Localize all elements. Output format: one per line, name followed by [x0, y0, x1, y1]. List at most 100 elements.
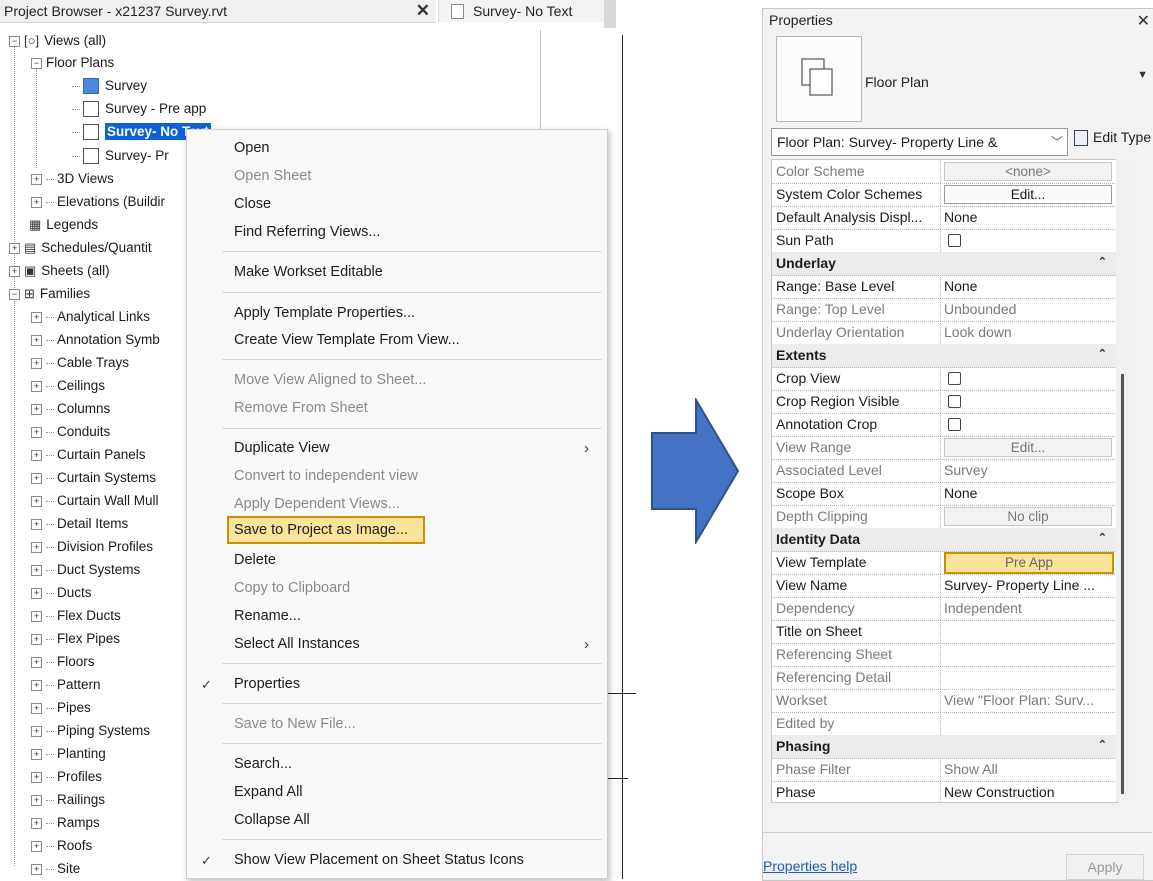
- close-icon[interactable]: ✕: [416, 1, 430, 21]
- tree-item-survey-pr[interactable]: Survey- Pr: [72, 145, 169, 167]
- expand-icon[interactable]: +: [31, 518, 42, 530]
- tree-item-survey[interactable]: Survey: [72, 75, 147, 97]
- menu-item-expand-all[interactable]: Expand All: [234, 784, 303, 800]
- tree-item-views-all[interactable]: − [○] Views (all): [9, 30, 106, 52]
- tree-item-schedules[interactable]: + ▤ Schedules/Quantit: [9, 237, 152, 259]
- family-item[interactable]: + Site: [31, 858, 80, 880]
- family-item[interactable]: + Planting: [31, 743, 106, 765]
- menu-item-save-to-project-as-image[interactable]: Save to Project as Image...: [234, 522, 408, 538]
- collapse-up-icon[interactable]: ⌃: [1098, 738, 1107, 751]
- collapse-up-icon[interactable]: ⌃: [1098, 531, 1107, 544]
- properties-help-link[interactable]: Properties help: [763, 858, 857, 874]
- family-item[interactable]: + Railings: [31, 789, 105, 811]
- menu-item-convert-independent[interactable]: Convert to independent view: [234, 468, 418, 484]
- menu-item-search[interactable]: Search...: [234, 756, 292, 772]
- property-value[interactable]: None: [944, 209, 977, 225]
- scrollbar-thumb[interactable]: [1121, 374, 1124, 794]
- expand-icon[interactable]: +: [31, 656, 42, 668]
- annotation-crop-checkbox[interactable]: [948, 418, 961, 431]
- tree-item-elevations[interactable]: + Elevations (Buildir: [31, 191, 165, 213]
- family-item[interactable]: + Curtain Panels: [31, 444, 146, 466]
- expand-icon[interactable]: +: [9, 242, 20, 254]
- group-underlay[interactable]: Underlay ⌃: [772, 252, 1117, 276]
- menu-item-duplicate-view[interactable]: Duplicate View: [234, 440, 330, 456]
- property-value[interactable]: None: [944, 278, 977, 294]
- family-item[interactable]: + Flex Pipes: [31, 628, 120, 650]
- family-item[interactable]: + Flex Ducts: [31, 605, 121, 627]
- expand-icon[interactable]: +: [31, 794, 42, 806]
- menu-item-apply-template-properties[interactable]: Apply Template Properties...: [234, 305, 415, 321]
- menu-item-remove-from-sheet[interactable]: Remove From Sheet: [234, 400, 368, 416]
- property-value[interactable]: New Construction: [944, 784, 1055, 800]
- expand-icon[interactable]: +: [31, 633, 42, 645]
- expand-icon[interactable]: +: [31, 449, 42, 461]
- family-item[interactable]: + Cable Trays: [31, 352, 129, 374]
- property-value[interactable]: None: [944, 485, 977, 501]
- family-item[interactable]: + Piping Systems: [31, 720, 150, 742]
- family-item[interactable]: + Conduits: [31, 421, 110, 443]
- expand-icon[interactable]: +: [31, 357, 42, 369]
- group-phasing[interactable]: Phasing ⌃: [772, 735, 1117, 759]
- expand-icon[interactable]: +: [31, 748, 42, 760]
- menu-item-collapse-all[interactable]: Collapse All: [234, 812, 310, 828]
- dropdown-arrow-icon[interactable]: ▼: [1137, 69, 1148, 81]
- expand-icon[interactable]: +: [31, 725, 42, 737]
- menu-item-open-sheet[interactable]: Open Sheet: [234, 168, 311, 184]
- tree-item-families[interactable]: − ⊞ Families: [9, 283, 90, 305]
- menu-item-delete[interactable]: Delete: [234, 552, 276, 568]
- family-item[interactable]: + Columns: [31, 398, 110, 420]
- family-item[interactable]: + Ceilings: [31, 375, 105, 397]
- family-item[interactable]: + Floors: [31, 651, 95, 673]
- crop-view-checkbox[interactable]: [948, 372, 961, 385]
- family-item[interactable]: + Duct Systems: [31, 559, 140, 581]
- expand-icon[interactable]: +: [31, 817, 42, 829]
- expand-icon[interactable]: +: [31, 679, 42, 691]
- tree-item-3d-views[interactable]: +3D Views: [31, 168, 114, 190]
- expand-icon[interactable]: +: [31, 495, 42, 507]
- expand-icon[interactable]: +: [9, 265, 20, 277]
- collapse-icon[interactable]: −: [9, 35, 20, 47]
- family-item[interactable]: + Analytical Links: [31, 306, 150, 328]
- expand-icon[interactable]: +: [31, 863, 42, 875]
- family-item[interactable]: + Curtain Systems: [31, 467, 156, 489]
- family-item[interactable]: + Roofs: [31, 835, 92, 857]
- menu-item-create-view-template[interactable]: Create View Template From View...: [234, 332, 460, 348]
- menu-item-save-to-new-file[interactable]: Save to New File...: [234, 716, 356, 732]
- menu-item-make-workset-editable[interactable]: Make Workset Editable: [234, 264, 383, 280]
- expand-icon[interactable]: +: [31, 771, 42, 783]
- expand-icon[interactable]: +: [31, 702, 42, 714]
- tree-item-legends[interactable]: ▦ Legends: [29, 214, 98, 236]
- edit-button[interactable]: Edit...: [944, 185, 1112, 204]
- expand-icon[interactable]: +: [31, 541, 42, 553]
- tree-item-sheets[interactable]: + ▣ Sheets (all): [9, 260, 110, 282]
- menu-item-open[interactable]: Open: [234, 140, 269, 156]
- expand-icon[interactable]: +: [31, 426, 42, 438]
- menu-item-show-view-placement[interactable]: Show View Placement on Sheet Status Icon…: [234, 852, 524, 868]
- expand-icon[interactable]: +: [31, 587, 42, 599]
- family-item[interactable]: + Division Profiles: [31, 536, 153, 558]
- expand-icon[interactable]: +: [31, 610, 42, 622]
- family-item[interactable]: + Ramps: [31, 812, 100, 834]
- expand-icon[interactable]: +: [31, 472, 42, 484]
- edit-type-button[interactable]: Edit Type: [1074, 129, 1151, 147]
- collapse-up-icon[interactable]: ⌃: [1098, 347, 1107, 360]
- menu-item-copy-to-clipboard[interactable]: Copy to Clipboard: [234, 580, 350, 596]
- family-item[interactable]: + Annotation Symb: [31, 329, 160, 351]
- close-icon[interactable]: ✕: [1137, 11, 1150, 31]
- menu-item-move-view-aligned[interactable]: Move View Aligned to Sheet...: [234, 372, 426, 388]
- property-value[interactable]: Survey- Property Line ...: [944, 577, 1095, 593]
- group-identity-data[interactable]: Identity Data ⌃: [772, 528, 1117, 552]
- expand-icon[interactable]: +: [31, 173, 42, 185]
- family-item[interactable]: + Curtain Wall Mull: [31, 490, 159, 512]
- family-item[interactable]: + Detail Items: [31, 513, 128, 535]
- tree-item-survey-pre-app[interactable]: Survey - Pre app: [72, 98, 206, 120]
- instance-filter-select[interactable]: Floor Plan: Survey- Property Line & ﹀: [771, 128, 1068, 156]
- family-item[interactable]: + Pipes: [31, 697, 91, 719]
- menu-item-select-all-instances[interactable]: Select All Instances: [234, 636, 360, 652]
- menu-item-properties[interactable]: Properties: [234, 676, 300, 692]
- expand-icon[interactable]: +: [31, 334, 42, 346]
- apply-button[interactable]: Apply: [1066, 854, 1144, 880]
- menu-item-rename[interactable]: Rename...: [234, 608, 301, 624]
- menu-item-close[interactable]: Close: [234, 196, 271, 212]
- crop-region-checkbox[interactable]: [948, 395, 961, 408]
